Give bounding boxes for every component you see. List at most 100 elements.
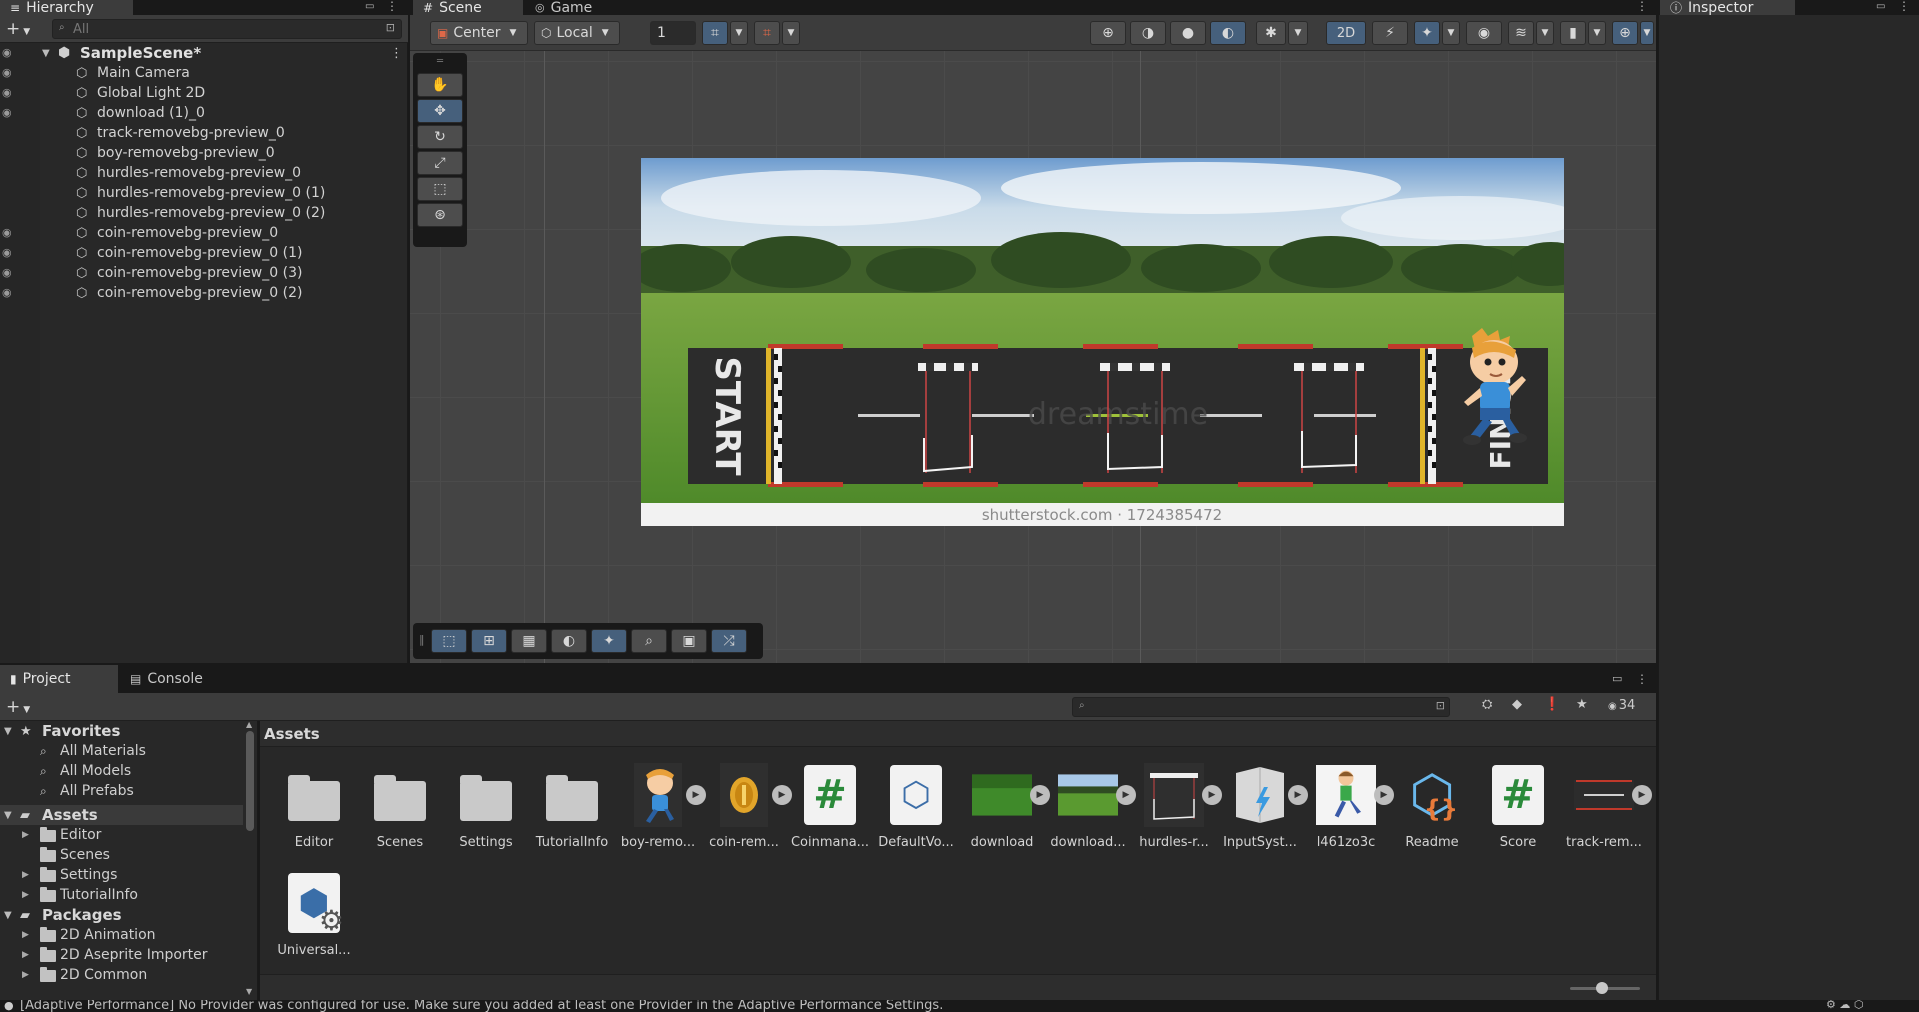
hierarchy-item[interactable]: ◉ ⬡ coin-removebg-preview_0 — [0, 223, 330, 243]
lighting-toggle-button[interactable]: ⚡ — [1372, 21, 1408, 45]
expand-play-icon[interactable]: ▶ — [772, 785, 792, 805]
visibility-eye-icon[interactable]: ◉ — [2, 267, 18, 279]
tree-scrollbar[interactable] — [246, 731, 254, 831]
asset-item[interactable]: ▶ l461zo3c — [1306, 763, 1394, 850]
rotate-tool-button[interactable]: ↻ — [417, 125, 463, 149]
asset-item[interactable]: ⬢ ⚙ Universal... — [274, 871, 354, 958]
draw-mode-wire-button[interactable]: ⊕ — [1090, 21, 1126, 45]
debug-mode-dropdown[interactable]: ▼ — [1288, 21, 1308, 45]
expand-arrow-icon[interactable]: ▶ — [22, 890, 29, 900]
thumbnail-size-slider[interactable] — [1570, 982, 1640, 994]
tree-section-packages[interactable]: ▼ ▰ Packages — [0, 905, 243, 925]
asset-item[interactable]: ▶ hurdles-r... — [1134, 763, 1222, 850]
asset-item[interactable]: ▶ download... — [1048, 763, 1136, 850]
expand-play-icon[interactable]: ▶ — [1202, 785, 1222, 805]
layers-dropdown[interactable]: ▼ — [1536, 21, 1554, 45]
inspector-lock-icon[interactable]: ▭ — [1876, 1, 1888, 13]
expand-arrow-icon[interactable]: ▶ — [22, 870, 29, 880]
boy-sprite[interactable] — [1450, 328, 1530, 446]
tab-inspector[interactable]: ⓘ Inspector — [1660, 0, 1795, 15]
scene-effects-button[interactable]: ✦ — [1414, 21, 1440, 45]
draw-mode-lit-button[interactable]: ◐ — [1210, 21, 1246, 45]
hierarchy-search[interactable]: ⌕ ⊡ — [52, 19, 402, 39]
visibility-eye-icon[interactable]: ◉ — [2, 227, 18, 239]
layers-button[interactable]: ≋ — [1508, 21, 1534, 45]
tree-item[interactable]: ▶ 2D Common — [0, 965, 243, 985]
move-tool-button[interactable]: ✥ — [417, 99, 463, 123]
visibility-eye-icon[interactable]: ◉ — [2, 87, 18, 99]
hierarchy-item[interactable]: ◉ ⬡ coin-removebg-preview_0 (3) — [0, 263, 330, 283]
space-dropdown[interactable]: ⬡ Local ▼ — [534, 21, 620, 45]
search-by-label-icon[interactable]: ◆ — [1512, 697, 1522, 712]
scene-more-icon[interactable]: ⋮ — [1636, 0, 1648, 14]
expand-play-icon[interactable]: ▶ — [1374, 785, 1394, 805]
hierarchy-item[interactable]: ⬡ boy-removebg-preview_0 — [0, 143, 330, 163]
slider-thumb[interactable] — [1596, 982, 1608, 994]
expand-arrow-icon[interactable]: ▶ — [22, 970, 29, 980]
hierarchy-item[interactable]: ◉ ⬡ coin-removebg-preview_0 (2) — [0, 283, 330, 303]
tree-item[interactable]: ▶ Editor — [0, 825, 243, 845]
hierarchy-more-icon[interactable]: ⋮ — [386, 0, 398, 14]
asset-item[interactable]: ⬡ DefaultVo... — [876, 763, 956, 850]
visibility-eye-icon[interactable]: ◉ — [2, 47, 18, 59]
visibility-eye-icon[interactable]: ◉ — [2, 107, 18, 119]
grid-snapping-dropdown[interactable]: ▼ — [730, 21, 748, 45]
tree-item[interactable]: ⌕ All Materials — [0, 741, 243, 761]
hierarchy-item[interactable]: ⬡ hurdles-removebg-preview_0 (2) — [0, 203, 330, 223]
inspector-more-icon[interactable]: ⋮ — [1898, 0, 1910, 14]
tree-item[interactable]: ⌕ All Prefabs — [0, 781, 243, 801]
tab-console[interactable]: ▤ Console — [120, 665, 238, 693]
tree-scroll-up-icon[interactable]: ▲ — [246, 721, 252, 729]
search-by-importlog-icon[interactable]: ❗ — [1544, 697, 1560, 712]
asset-item[interactable]: Settings — [446, 763, 526, 850]
tab-scene[interactable]: # Scene — [413, 0, 523, 15]
scale-tool-button[interactable]: ⤢ — [417, 151, 463, 175]
tree-item[interactable]: Scenes — [0, 845, 243, 865]
expand-arrow-icon[interactable]: ▶ — [22, 830, 29, 840]
draw-mode-shaded-button[interactable]: ● — [1170, 21, 1206, 45]
hierarchy-lock-icon[interactable]: ▭ — [365, 1, 377, 13]
rect-tool-button[interactable]: ⬚ — [417, 177, 463, 201]
overlay-drag-handle[interactable]: ═ — [417, 57, 463, 69]
expand-arrow-icon[interactable]: ▼ — [4, 910, 12, 921]
asset-item[interactable]: ▶ coin-rem... — [704, 763, 792, 850]
increment-snap-dropdown[interactable]: ▼ — [782, 21, 800, 45]
scene-more-icon[interactable]: ⋮ — [390, 46, 403, 61]
tree-scroll-down-icon[interactable]: ▼ — [246, 987, 252, 996]
hierarchy-item[interactable]: ◉ ⬡ download (1)_0 — [0, 103, 330, 123]
transform-tool-button[interactable]: ⊛ — [417, 203, 463, 227]
hierarchy-item[interactable]: ⬡ hurdles-removebg-preview_0 (1) — [0, 183, 330, 203]
tree-item[interactable]: ▶ 2D Aseprite Importer — [0, 945, 243, 965]
asset-item[interactable]: # Coinmana... — [790, 763, 870, 850]
asset-item[interactable]: ▶ track-rem... — [1564, 763, 1652, 850]
tab-game[interactable]: ◎ Game — [525, 0, 625, 15]
expand-arrow-icon[interactable]: ▶ — [22, 930, 29, 940]
tilemap-palette-button[interactable]: ⊞ — [471, 629, 507, 653]
search-options-icon[interactable]: ⊡ — [1436, 699, 1445, 712]
add-object-button[interactable]: + ▼ — [6, 19, 38, 39]
tab-project[interactable]: ▮ Project — [0, 665, 118, 693]
search-options-icon[interactable]: ⊡ — [386, 21, 395, 34]
create-asset-button[interactable]: + ▼ — [6, 697, 38, 717]
debug-mode-button[interactable]: ✱ — [1256, 21, 1286, 45]
layers-overlay-button[interactable]: ✦ — [591, 629, 627, 653]
hierarchy-item[interactable]: ◉ ⬡ Main Camera — [0, 63, 330, 83]
scene-root-row[interactable]: ◉ ▼ ⬢ SampleScene* ⋮ — [0, 43, 403, 63]
asset-item[interactable]: ▶ InputSyst... — [1220, 763, 1308, 850]
lighting-preview-button[interactable]: ◐ — [551, 629, 587, 653]
visibility-eye-icon[interactable]: ◉ — [2, 67, 18, 79]
visibility-eye-icon[interactable]: ◉ — [2, 287, 18, 299]
expand-play-icon[interactable]: ▶ — [1030, 785, 1050, 805]
hierarchy-item[interactable]: ◉ ⬡ coin-removebg-preview_0 (1) — [0, 243, 330, 263]
grid-visibility-button[interactable]: ▦ — [511, 629, 547, 653]
camera-settings-button[interactable]: ▮ — [1560, 21, 1586, 45]
gizmos-button[interactable]: ⊕ — [1612, 21, 1638, 45]
expand-arrow-icon[interactable]: ▼ — [4, 810, 12, 821]
tree-item[interactable]: ▶ 2D Animation — [0, 925, 243, 945]
breadcrumb-assets[interactable]: Assets — [264, 725, 320, 743]
asset-item[interactable]: ⬡{} Readme — [1392, 763, 1472, 850]
expand-play-icon[interactable]: ▶ — [1288, 785, 1308, 805]
hand-tool-button[interactable]: ✋ — [417, 73, 463, 97]
asset-item[interactable]: # Score — [1478, 763, 1558, 850]
hurdle-sprite[interactable] — [918, 363, 978, 473]
